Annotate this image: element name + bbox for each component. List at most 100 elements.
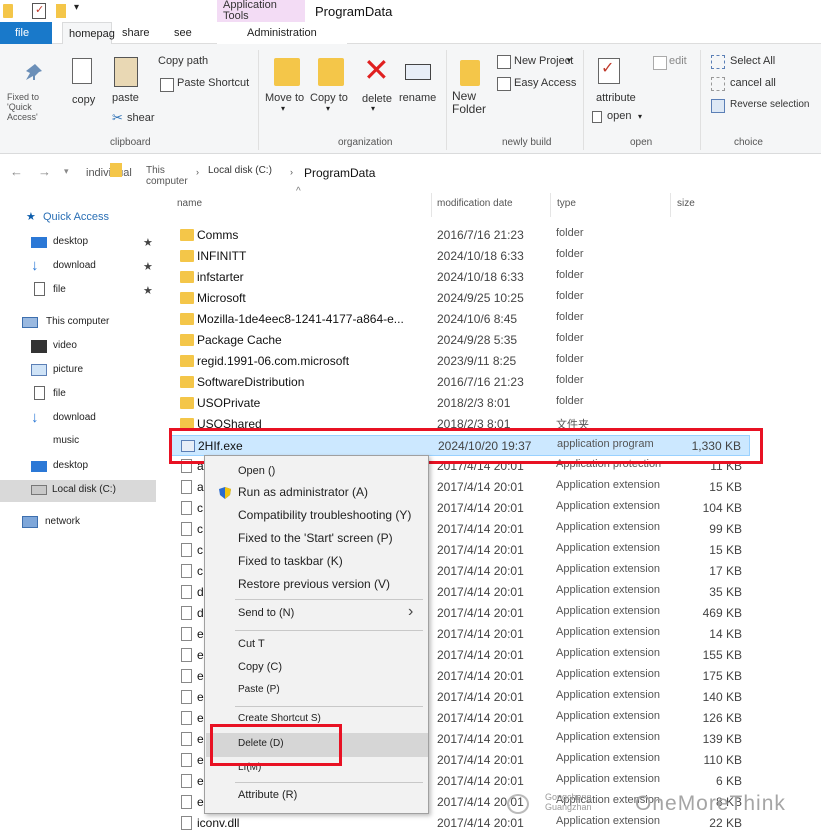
table-row[interactable]: infstarter 2024/10/18 6:33 folder bbox=[170, 267, 750, 288]
chevron-down-icon[interactable]: ▾ bbox=[281, 104, 285, 113]
menu-item-restore[interactable]: Restore previous version (V) bbox=[238, 577, 390, 591]
breadcrumb-individual[interactable]: individual bbox=[86, 167, 132, 179]
sidebar-this-computer[interactable]: This computer bbox=[46, 316, 109, 327]
new-project-button[interactable]: New Project bbox=[514, 55, 573, 67]
easy-access-icon bbox=[497, 77, 511, 91]
folder-icon[interactable] bbox=[3, 4, 13, 18]
sidebar-item-desktop[interactable]: desktop bbox=[53, 236, 88, 247]
sidebar-item-download[interactable]: download bbox=[53, 260, 96, 271]
attribute-button[interactable]: attribute bbox=[596, 92, 636, 104]
properties-icon[interactable] bbox=[32, 3, 46, 19]
select-group-label: choice bbox=[734, 137, 763, 148]
chevron-down-icon[interactable]: ▾ bbox=[74, 2, 79, 13]
select-all-button[interactable]: Select All bbox=[730, 55, 775, 67]
delete-button[interactable]: delete bbox=[362, 93, 392, 105]
table-row[interactable]: INFINITT 2024/10/18 6:33 folder bbox=[170, 246, 750, 267]
menu-item-pin-taskbar[interactable]: Fixed to taskbar (K) bbox=[238, 554, 343, 568]
sidebar-item-file-2[interactable]: file bbox=[53, 388, 66, 399]
menu-item-create-shortcut[interactable]: Create Shortcut S) bbox=[238, 713, 321, 724]
breadcrumb-local-disk[interactable]: Local disk (C:) bbox=[208, 165, 272, 176]
sidebar-item-music[interactable]: music bbox=[53, 435, 79, 446]
tab-view[interactable]: see bbox=[174, 22, 192, 44]
chevron-down-icon[interactable]: ▾ bbox=[567, 56, 571, 65]
folder-icon bbox=[180, 292, 194, 304]
chevron-down-icon[interactable]: ▾ bbox=[64, 166, 69, 177]
table-row[interactable]: USOPrivate 2018/2/3 8:01 folder bbox=[170, 393, 750, 414]
dll-file-icon bbox=[181, 627, 192, 641]
menu-item-open[interactable]: Open () bbox=[238, 465, 275, 477]
sidebar-item-download-2[interactable]: download bbox=[53, 412, 96, 423]
move-to-icon[interactable] bbox=[274, 58, 300, 86]
copy-path-button[interactable]: Copy path bbox=[158, 55, 208, 67]
menu-item-compatibility[interactable]: Compatibility troubleshooting (Y) bbox=[238, 508, 411, 522]
breadcrumb-this-computer[interactable]: This computer bbox=[146, 165, 196, 187]
folder-icon bbox=[180, 250, 194, 262]
back-arrow-icon[interactable]: ← bbox=[10, 164, 23, 179]
tab-share[interactable]: share bbox=[122, 22, 150, 44]
table-row[interactable]: Mozilla-1de4eec8-1241-4177-a864-e... 2024… bbox=[170, 309, 750, 330]
table-row[interactable]: Comms 2016/7/16 21:23 folder bbox=[170, 225, 750, 246]
new-folder-icon[interactable] bbox=[460, 60, 480, 86]
tab-administration[interactable]: Administration bbox=[217, 22, 347, 44]
table-row[interactable]: SoftwareDistribution 2016/7/16 21:23 folde… bbox=[170, 372, 750, 393]
reverse-selection-button[interactable]: Reverse selection bbox=[730, 99, 809, 110]
watermark-line1: Gongcheng bbox=[545, 792, 592, 802]
chevron-down-icon[interactable]: ▾ bbox=[638, 112, 642, 121]
menu-item-paste[interactable]: Paste (P) bbox=[238, 684, 280, 695]
file-date: 2017/4/14 20:01 bbox=[437, 606, 524, 620]
chevron-down-icon[interactable]: ▾ bbox=[326, 104, 330, 113]
table-row[interactable]: regid.1991-06.com.microsoft 2023/9/11 8:2… bbox=[170, 351, 750, 372]
rename-button[interactable]: rename bbox=[399, 92, 436, 104]
pin-quick-access-button[interactable]: Fixed to 'Quick Access' bbox=[7, 92, 49, 122]
column-header-size[interactable]: size bbox=[677, 198, 695, 209]
paste-shortcut-button[interactable]: Paste Shortcut bbox=[177, 77, 249, 89]
column-header-name[interactable]: name bbox=[177, 198, 202, 209]
menu-item-cut[interactable]: Cut T bbox=[238, 638, 265, 650]
easy-access-button[interactable]: Easy Access bbox=[514, 77, 576, 89]
breadcrumb-programdata[interactable]: ProgramData bbox=[304, 166, 375, 180]
file-size: 15 KB bbox=[709, 543, 742, 557]
new-folder-icon[interactable] bbox=[56, 4, 66, 18]
column-separator[interactable] bbox=[431, 193, 432, 217]
new-folder-button[interactable]: New Folder bbox=[452, 90, 492, 116]
sidebar-item-local-disk[interactable]: Local disk (C:) bbox=[52, 484, 116, 495]
sidebar-item-file[interactable]: file bbox=[53, 284, 66, 295]
menu-item-pin-start[interactable]: Fixed to the 'Start' screen (P) bbox=[238, 531, 393, 545]
sidebar-item-video[interactable]: video bbox=[53, 340, 77, 351]
sidebar-item-desktop-2[interactable]: desktop bbox=[53, 460, 88, 471]
column-header-type[interactable]: type bbox=[557, 198, 576, 209]
dll-file-icon bbox=[181, 732, 192, 746]
move-to-button[interactable]: Move to bbox=[265, 92, 304, 104]
menu-item-copy[interactable]: Copy (C) bbox=[238, 661, 282, 673]
sidebar-network[interactable]: network bbox=[45, 516, 80, 527]
tab-home[interactable]: homepag bbox=[62, 22, 115, 45]
copy-button[interactable]: copy bbox=[72, 94, 95, 106]
edit-button[interactable]: edit bbox=[669, 55, 687, 67]
folder-icon bbox=[180, 355, 194, 367]
forward-arrow-icon[interactable]: → bbox=[38, 164, 51, 179]
paste-icon[interactable] bbox=[114, 57, 138, 87]
menu-item-run-as-admin[interactable]: Run as administrator (A) bbox=[238, 485, 368, 499]
tab-file[interactable]: file bbox=[0, 22, 52, 44]
column-separator[interactable] bbox=[670, 193, 671, 217]
shear-button[interactable]: shear bbox=[127, 112, 155, 124]
sidebar-item-picture[interactable]: picture bbox=[53, 364, 83, 375]
column-separator[interactable] bbox=[550, 193, 551, 217]
column-header-date[interactable]: modification date bbox=[437, 198, 513, 209]
menu-item-attribute[interactable]: Attribute (R) bbox=[238, 789, 297, 801]
table-row[interactable]: Package Cache 2024/9/28 5:35 folder bbox=[170, 330, 750, 351]
copy-to-button[interactable]: Copy to bbox=[310, 92, 348, 104]
open-button[interactable]: open bbox=[607, 110, 631, 122]
pin-icon[interactable] bbox=[24, 62, 44, 82]
delete-x-icon[interactable]: ✕ bbox=[363, 54, 390, 86]
paste-button[interactable]: paste bbox=[112, 92, 139, 104]
chevron-down-icon[interactable]: ▾ bbox=[371, 104, 375, 113]
rename-icon[interactable] bbox=[405, 64, 431, 80]
cancel-all-button[interactable]: cancel all bbox=[730, 77, 776, 89]
file-name: c bbox=[197, 501, 203, 515]
copy-icon[interactable] bbox=[72, 58, 92, 84]
copy-to-icon[interactable] bbox=[318, 58, 344, 86]
menu-item-send-to[interactable]: Send to (N) bbox=[238, 607, 294, 619]
table-row[interactable]: Microsoft 2024/9/25 10:25 folder bbox=[170, 288, 750, 309]
sidebar-quick-access[interactable]: Quick Access bbox=[43, 211, 109, 223]
